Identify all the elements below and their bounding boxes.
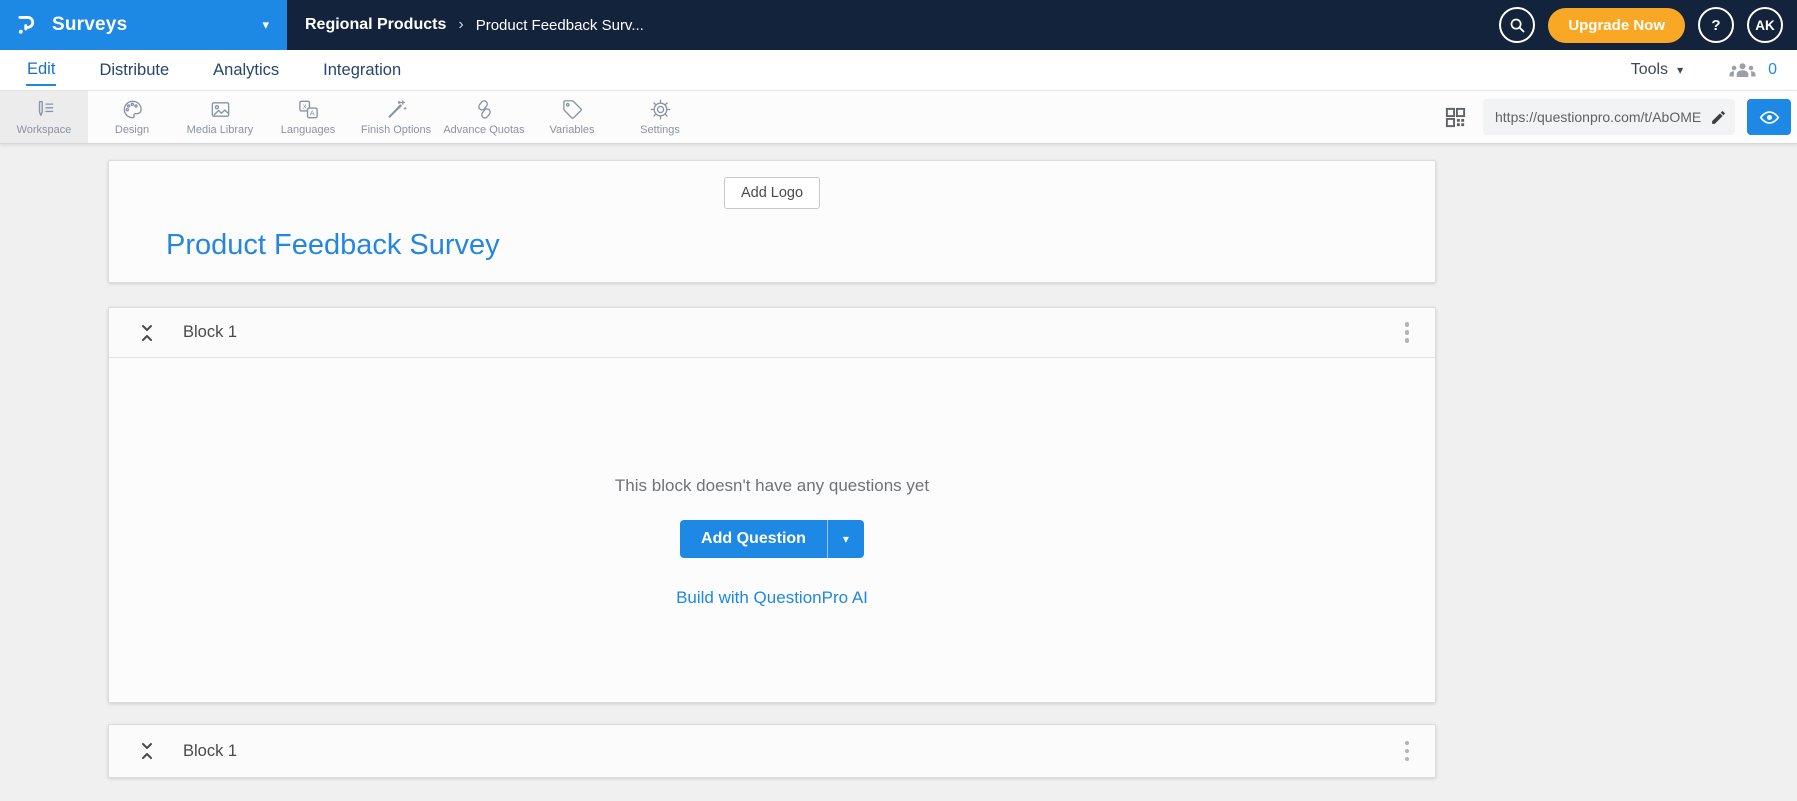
collapse-block-button[interactable] [135,738,159,764]
toolbar-item-languages[interactable]: x A Languages [264,91,352,143]
pencil-icon [1711,110,1725,124]
tag-icon [562,100,582,119]
translate-icon: x A [298,100,318,119]
image-icon [211,102,229,117]
build-with-ai-link[interactable]: Build with QuestionPro AI [676,588,868,608]
palette-icon [123,100,142,119]
kebab-icon [1404,740,1409,746]
survey-nav: Edit Distribute Analytics Integration To… [0,50,1797,90]
search-button[interactable] [1499,7,1536,43]
add-logo-button[interactable]: Add Logo [723,177,821,209]
collapse-block-button[interactable] [135,320,159,346]
avatar[interactable]: AK [1747,7,1783,43]
upgrade-now-button[interactable]: Upgrade Now [1548,7,1685,43]
edit-toolbar: Workspace Design Media Library x A Langu… [0,90,1797,144]
tools-menu[interactable]: Tools ▾ [1631,61,1683,79]
top-bar: Surveys ▾ Regional Products › Product Fe… [0,0,1797,50]
toolbar-item-settings[interactable]: Settings [616,91,704,143]
block-header: Block 1 [109,725,1435,777]
toolbar-item-design[interactable]: Design [88,91,176,143]
block-body: This block doesn't have any questions ye… [109,358,1435,702]
block-name[interactable]: Block 1 [183,742,237,761]
collaborators[interactable]: 0 [1729,61,1777,80]
magic-wand-icon [388,100,407,118]
survey-canvas: Add Logo Product Feedback Survey Block 1… [0,144,1797,778]
tab-integration[interactable]: Integration [322,55,402,85]
add-question-button[interactable]: Add Question [680,520,827,558]
block-1-card: Block 1 This block doesn't have any ques… [108,307,1436,703]
kebab-icon [1404,322,1409,327]
workspace-icon [38,100,53,117]
breadcrumb: Regional Products › Product Feedback Sur… [287,0,644,50]
toolbar-item-finish-options[interactable]: Finish Options [352,91,440,143]
toolbar-items: Workspace Design Media Library x A Langu… [0,91,704,143]
svg-text:x: x [302,103,306,111]
survey-url-input[interactable] [1483,99,1735,135]
chevron-down-icon: ▾ [842,532,849,546]
collapse-icon [142,743,152,759]
breadcrumb-survey-name[interactable]: Product Feedback Surv... [476,17,644,34]
toolbar-item-workspace[interactable]: Workspace [0,91,88,143]
svg-text:A: A [309,109,314,117]
eye-icon [1759,110,1779,124]
questionpro-logo-icon [18,16,35,34]
tab-edit[interactable]: Edit [26,54,57,86]
block-header: Block 1 [109,308,1435,358]
topbar-actions: Upgrade Now ? AK [1499,0,1797,50]
survey-header-card: Add Logo Product Feedback Survey [108,160,1436,283]
toolbar-item-media-library[interactable]: Media Library [176,91,264,143]
search-icon [1510,18,1525,32]
add-question-split-button: Add Question ▾ [680,520,864,558]
collapse-icon [142,324,152,341]
chain-links-icon [477,100,491,119]
add-question-dropdown-button[interactable]: ▾ [826,520,864,558]
toolbar-item-variables[interactable]: Variables [528,91,616,143]
people-group-icon [1729,62,1756,77]
preview-survey-button[interactable] [1747,99,1791,135]
collaborators-count: 0 [1768,61,1777,78]
gear-icon [650,99,670,120]
empty-block-message: This block doesn't have any questions ye… [614,476,930,495]
help-button[interactable]: ? [1698,7,1734,43]
tools-label: Tools [1630,61,1669,78]
block-menu-button[interactable] [1399,316,1416,349]
survey-url-field [1483,99,1735,135]
product-switcher[interactable]: Surveys ▾ [0,0,287,50]
edit-url-button[interactable] [1705,104,1731,130]
tab-analytics[interactable]: Analytics [212,55,280,85]
qr-code-button[interactable] [1440,102,1471,133]
block-name[interactable]: Block 1 [183,323,237,342]
toolbar-item-advance-quotas[interactable]: Advance Quotas [440,91,528,143]
chevron-down-icon: ▾ [1677,63,1684,77]
qr-code-icon [1445,107,1466,127]
block-menu-button[interactable] [1399,735,1416,768]
breadcrumb-folder[interactable]: Regional Products [305,16,446,34]
product-name: Surveys [52,14,128,35]
toolbar-right [1440,91,1797,143]
block-2-card: Block 1 [108,724,1436,778]
nav-tabs: Edit Distribute Analytics Integration [26,54,402,86]
breadcrumb-separator-icon: › [458,16,464,33]
survey-title[interactable]: Product Feedback Survey [166,229,500,262]
tab-distribute[interactable]: Distribute [98,55,170,85]
chevron-down-icon[interactable]: ▾ [262,17,269,33]
nav-right: Tools ▾ 0 [1631,61,1777,80]
